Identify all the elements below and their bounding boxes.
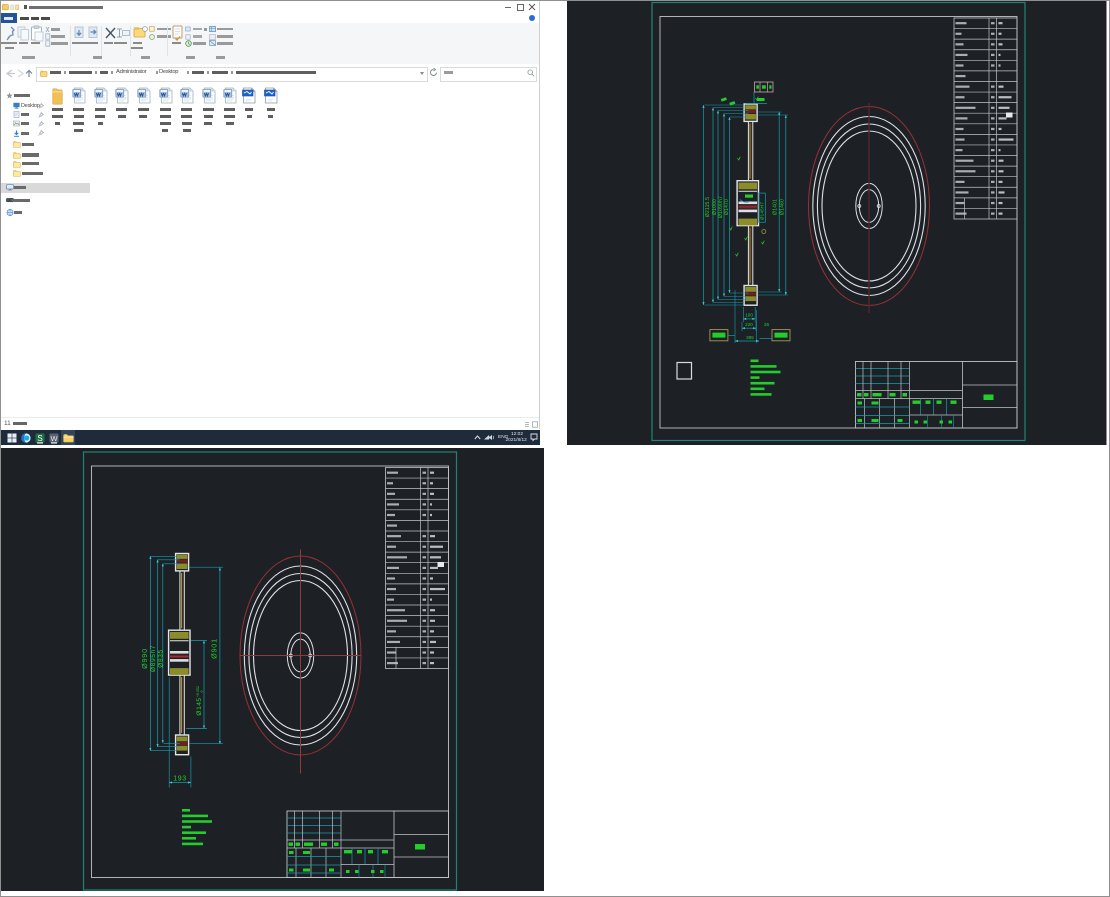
svg-text:Ø1470: Ø1470 (724, 199, 730, 215)
svg-text:Ø835: Ø835 (157, 649, 164, 668)
svg-text:Ø901: Ø901 (210, 638, 219, 659)
svg-text:Ø145H7: Ø145H7 (760, 202, 765, 221)
svg-text:193: 193 (173, 775, 186, 782)
svg-text:W: W (50, 434, 58, 443)
svg-text:Ø145: Ø145 (196, 697, 203, 715)
svg-text:Ø1090h7: Ø1090h7 (718, 196, 724, 218)
svg-text:Ø990: Ø990 (140, 648, 149, 669)
svg-text:385: 385 (746, 335, 754, 340)
svg-text:0: 0 (200, 690, 204, 692)
svg-text:Ø1401: Ø1401 (772, 199, 778, 215)
svg-text:220: 220 (745, 322, 753, 327)
svg-text:Ø2115.5: Ø2115.5 (705, 197, 711, 217)
svg-text:26: 26 (764, 322, 770, 327)
svg-text:100: 100 (745, 313, 753, 318)
svg-text:S: S (37, 434, 42, 443)
svg-text:Ø1460: Ø1460 (779, 199, 785, 215)
svg-text:Ø895h7: Ø895h7 (150, 644, 157, 671)
